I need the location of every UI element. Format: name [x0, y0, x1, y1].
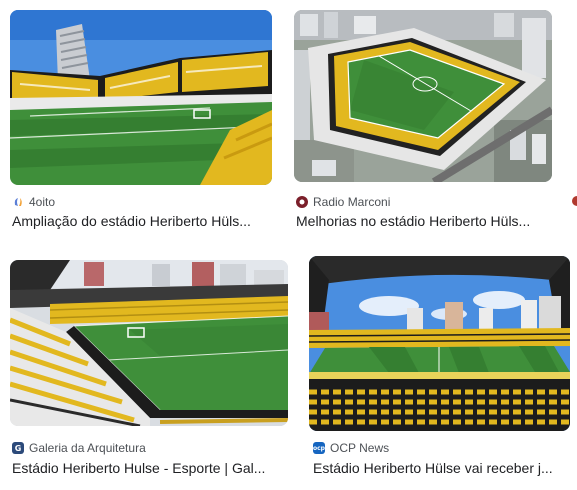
- stadium-panorama-thumbnail[interactable]: [309, 256, 570, 431]
- stadium-stands-interior-thumbnail[interactable]: [10, 260, 288, 426]
- result-source[interactable]: ocp OCP News: [313, 441, 389, 455]
- result-source[interactable]: Radio Marconi: [296, 195, 390, 209]
- result-title[interactable]: Ampliação do estádio Heriberto Hüls...: [12, 213, 274, 229]
- radio-marconi-logo-icon: [296, 196, 308, 208]
- result-source[interactable]: 4oito: [12, 195, 55, 209]
- stadium-aerial-view-thumbnail[interactable]: [294, 10, 552, 182]
- result-title[interactable]: Melhorias no estádio Heriberto Hüls...: [296, 213, 558, 229]
- result-source-name: Radio Marconi: [313, 195, 391, 209]
- result-source-name: Galeria da Arquitetura: [29, 441, 146, 455]
- result-source-name: OCP News: [330, 441, 390, 455]
- result-source-name: 4oito: [29, 195, 56, 209]
- result-title[interactable]: Estádio Heriberto Hülse vai receber j...: [313, 460, 567, 476]
- result-source[interactable]: G Galeria da Arquitetura: [12, 441, 146, 455]
- next-result-favicon-icon: [570, 195, 577, 207]
- result-title[interactable]: Estádio Heriberto Hulse - Esporte | Gal.…: [12, 460, 282, 476]
- stadium-expansion-render-thumbnail[interactable]: [10, 10, 272, 185]
- 4oito-logo-icon: [12, 196, 24, 208]
- image-results-grid: 4oito Ampliação do estádio Heriberto Hül…: [0, 0, 577, 490]
- galeria-da-arquitetura-logo-icon: G: [12, 442, 24, 454]
- ocp-news-logo-icon: ocp: [313, 442, 325, 454]
